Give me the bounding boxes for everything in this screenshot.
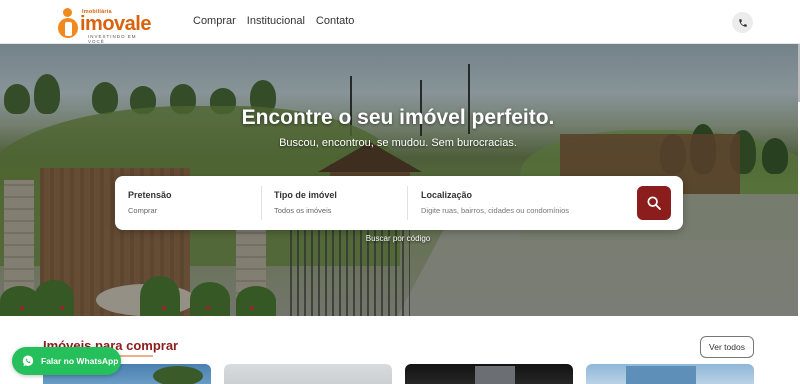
location-field: Localização xyxy=(421,176,631,230)
hero-banner: Encontre o seu imóvel perfeito. Buscou, … xyxy=(0,44,798,316)
logo-name: imovale xyxy=(80,13,151,35)
nav-link-institucional[interactable]: Institucional xyxy=(247,15,305,27)
whatsapp-label: Falar no WhatsApp xyxy=(41,356,119,366)
property-type-value: Todos os imóveis xyxy=(274,206,332,215)
nav-link-comprar[interactable]: Comprar xyxy=(193,15,236,27)
location-label: Localização xyxy=(421,190,473,200)
purpose-label: Pretensão xyxy=(128,190,172,200)
hero-title: Encontre o seu imóvel perfeito. xyxy=(241,106,555,129)
search-icon xyxy=(647,196,661,210)
location-input[interactable] xyxy=(421,206,631,215)
logo-tagline: INVESTINDO EM VOCÊ xyxy=(88,34,137,44)
hero-subtitle: Buscou, encontrou, se mudou. Sem burocra… xyxy=(279,137,517,149)
property-type-select[interactable]: Tipo de imóvel Todos os imóveis xyxy=(274,176,404,230)
see-all-button[interactable]: Ver todos xyxy=(700,336,754,358)
search-by-code-link[interactable]: Buscar por código xyxy=(0,234,796,243)
phone-button[interactable] xyxy=(732,12,753,33)
brand-logo[interactable]: Imobiliária imovale INVESTINDO EM VOCÊ xyxy=(58,6,154,44)
property-card[interactable] xyxy=(405,364,573,384)
phone-icon xyxy=(738,18,747,27)
logo-mark xyxy=(58,8,80,38)
property-card[interactable] xyxy=(224,364,392,384)
search-box: Pretensão Comprar Tipo de imóvel Todos o… xyxy=(115,176,683,230)
search-button[interactable] xyxy=(637,186,671,220)
whatsapp-button[interactable]: Falar no WhatsApp xyxy=(12,347,121,375)
property-type-label: Tipo de imóvel xyxy=(274,190,337,200)
purpose-value: Comprar xyxy=(128,206,158,215)
purpose-select[interactable]: Pretensão Comprar xyxy=(128,176,258,230)
nav-link-contato[interactable]: Contato xyxy=(316,15,355,27)
property-card[interactable] xyxy=(586,364,754,384)
main-nav: Comprar Institucional Contato xyxy=(193,15,354,27)
site-header: Imobiliária imovale INVESTINDO EM VOCÊ C… xyxy=(0,0,800,44)
whatsapp-icon xyxy=(22,355,34,367)
